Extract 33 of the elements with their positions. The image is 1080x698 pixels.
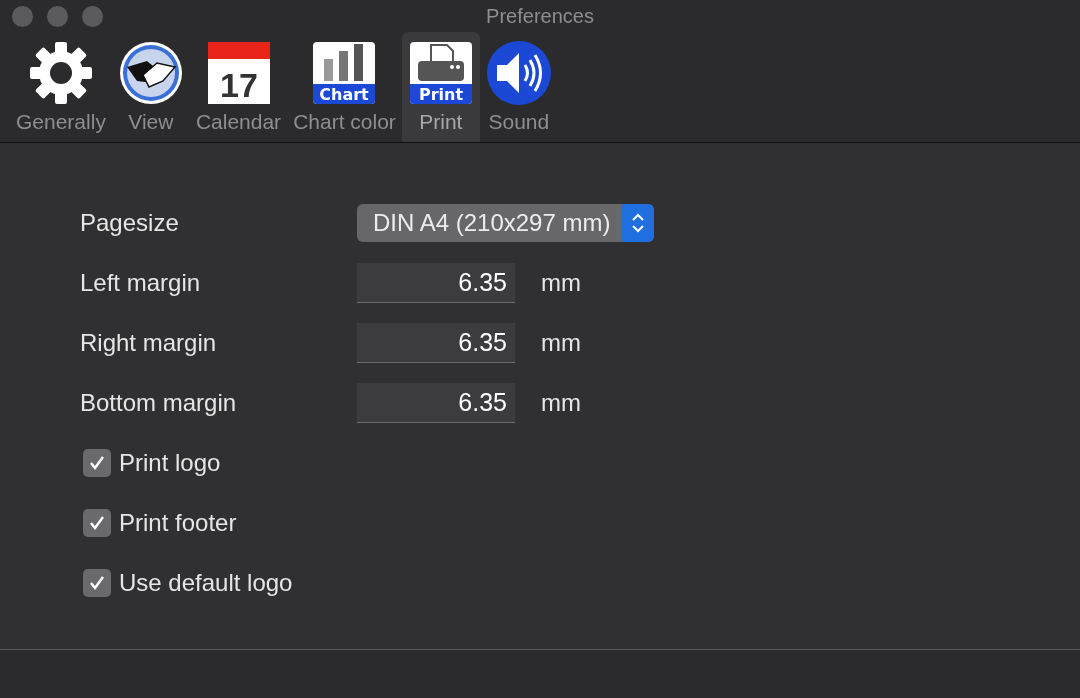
toolbar-tab[interactable]: Chart Chart color (287, 32, 402, 142)
field-label: Bottom margin (80, 389, 238, 417)
field-label: Left margin (80, 269, 202, 297)
chart-icon: Chart (312, 41, 377, 105)
checkbox[interactable] (83, 569, 111, 597)
checkbox[interactable] (83, 509, 111, 537)
gear-icon (28, 41, 93, 105)
field-label: Right margin (80, 329, 218, 357)
checkmark-icon (88, 574, 106, 592)
unit-label: mm (541, 329, 582, 357)
checkbox-label: Print logo (119, 449, 221, 477)
toolbar-tab[interactable]: View (111, 32, 190, 142)
margin-input[interactable]: 6.35 (357, 323, 515, 363)
page-size-dropdown[interactable]: DIN A4 (210x297 mm) (357, 204, 655, 242)
checkmark-icon (88, 514, 106, 532)
toolbar-tab[interactable]: Sound (479, 32, 558, 142)
toolbar-tab[interactable]: Print Print (401, 32, 480, 142)
toolbar-tab[interactable]: Generally (10, 32, 112, 142)
margin-input[interactable]: 6.35 (357, 263, 515, 303)
unit-label: mm (541, 389, 582, 417)
checkbox-label: Print footer (119, 509, 237, 537)
field-label: Pagesize (80, 209, 180, 237)
checkmark-icon (88, 454, 106, 472)
calendar-icon: 17 (206, 41, 271, 105)
margin-input[interactable]: 6.35 (357, 383, 515, 423)
window-title: Preferences (486, 4, 594, 28)
toolbar-tab[interactable]: 17 Calendar (189, 32, 288, 142)
printer-icon: Print (408, 41, 473, 105)
checkbox-label: Use default logo (119, 569, 293, 597)
speaker-icon (486, 41, 551, 105)
unit-label: mm (541, 269, 582, 297)
stepper-arrows-icon (631, 211, 646, 235)
checkbox[interactable] (83, 449, 111, 477)
